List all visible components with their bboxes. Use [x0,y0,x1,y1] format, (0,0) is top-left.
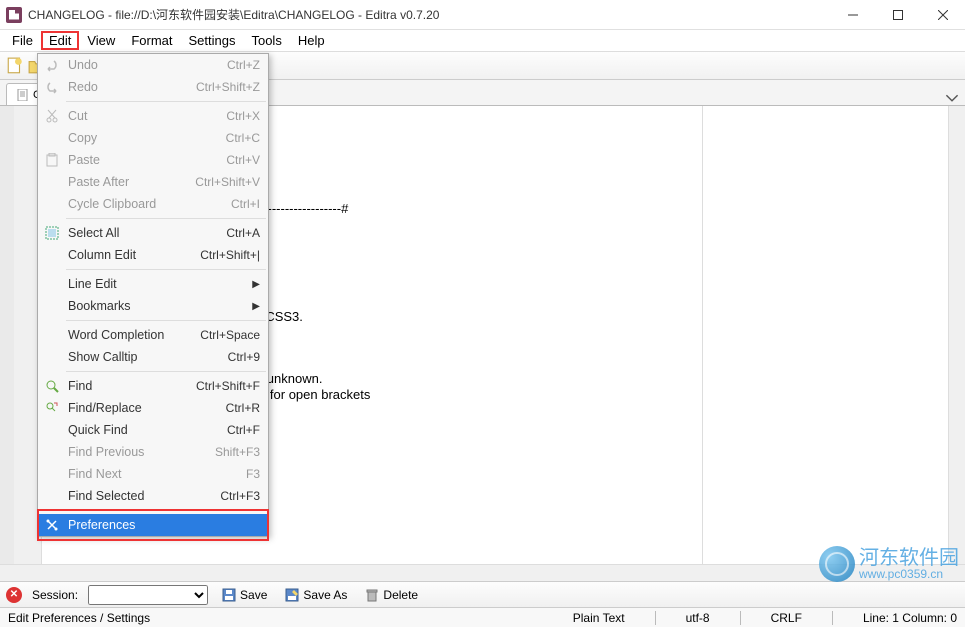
cut-icon [44,108,60,124]
status-eol[interactable]: CRLF [771,611,802,625]
status-cursor-pos: Line: 1 Column: 0 [863,611,957,625]
window-title: CHANGELOG - file://D:\河东软件园安装\Editra\CHA… [28,6,830,23]
menu-find-replace[interactable]: Find/ReplaceCtrl+R [38,397,268,419]
menu-find[interactable]: FindCtrl+Shift+F [38,375,268,397]
menu-bar: File Edit View Format Settings Tools Hel… [0,30,965,52]
menu-paste-after[interactable]: Paste AfterCtrl+Shift+V [38,171,268,193]
submenu-arrow-icon: ▶ [252,279,260,290]
line-gutter [0,106,42,564]
new-file-icon[interactable] [6,57,24,75]
menu-cycle-clipboard[interactable]: Cycle ClipboardCtrl+I [38,193,268,215]
menu-find-selected[interactable]: Find SelectedCtrl+F3 [38,485,268,507]
menu-help[interactable]: Help [290,31,333,50]
menu-redo[interactable]: RedoCtrl+Shift+Z [38,76,268,98]
menu-find-next[interactable]: Find NextF3 [38,463,268,485]
close-button[interactable] [920,0,965,30]
status-encoding[interactable]: utf-8 [686,611,710,625]
menu-line-edit[interactable]: Line Edit▶ [38,273,268,295]
session-save-button[interactable]: Save [218,586,271,604]
trash-icon [365,588,379,602]
session-delete-button[interactable]: Delete [361,586,422,604]
menu-file[interactable]: File [4,31,41,50]
menu-column-edit[interactable]: Column EditCtrl+Shift+| [38,244,268,266]
session-label: Session: [32,588,78,602]
menu-word-completion[interactable]: Word CompletionCtrl+Space [38,324,268,346]
window-controls [830,0,965,30]
find-replace-icon [44,400,60,416]
edit-dropdown-menu: UndoCtrl+Z RedoCtrl+Shift+Z CutCtrl+X Co… [37,53,269,537]
save-as-icon [285,588,299,602]
menu-preferences[interactable]: Preferences [38,514,268,536]
title-bar: CHANGELOG - file://D:\河东软件园安装\Editra\CHA… [0,0,965,30]
status-syntax[interactable]: Plain Text [573,611,625,625]
right-panel [702,106,948,564]
menu-format[interactable]: Format [123,31,180,50]
menu-quick-find[interactable]: Quick FindCtrl+F [38,419,268,441]
menu-select-all[interactable]: Select AllCtrl+A [38,222,268,244]
paste-icon [44,152,60,168]
preferences-icon [44,517,60,533]
vertical-scrollbar[interactable] [948,106,965,564]
menu-cut[interactable]: CutCtrl+X [38,105,268,127]
menu-show-calltip[interactable]: Show CalltipCtrl+9 [38,346,268,368]
menu-find-previous[interactable]: Find PreviousShift+F3 [38,441,268,463]
session-save-as-button[interactable]: Save As [281,586,351,604]
undo-icon [44,57,60,73]
document-icon [17,89,29,101]
status-hint: Edit Preferences / Settings [8,611,150,625]
menu-paste[interactable]: PasteCtrl+V [38,149,268,171]
app-icon [6,7,22,23]
menu-settings[interactable]: Settings [180,31,243,50]
horizontal-scrollbar[interactable] [0,564,965,581]
menu-edit[interactable]: Edit [41,31,79,50]
menu-undo[interactable]: UndoCtrl+Z [38,54,268,76]
maximize-button[interactable] [875,0,920,30]
session-bar: ✕ Session: Save Save As Delete [0,581,965,607]
status-bar: Edit Preferences / Settings Plain Text u… [0,607,965,627]
session-remove-icon[interactable]: ✕ [6,587,22,603]
menu-view[interactable]: View [79,31,123,50]
submenu-arrow-icon: ▶ [252,301,260,312]
menu-tools[interactable]: Tools [243,31,289,50]
menu-bookmarks[interactable]: Bookmarks▶ [38,295,268,317]
find-icon [44,378,60,394]
menu-copy[interactable]: CopyCtrl+C [38,127,268,149]
save-icon [222,588,236,602]
redo-icon [44,79,60,95]
tab-overflow-icon[interactable] [945,91,959,105]
minimize-button[interactable] [830,0,875,30]
select-all-icon [44,225,60,241]
